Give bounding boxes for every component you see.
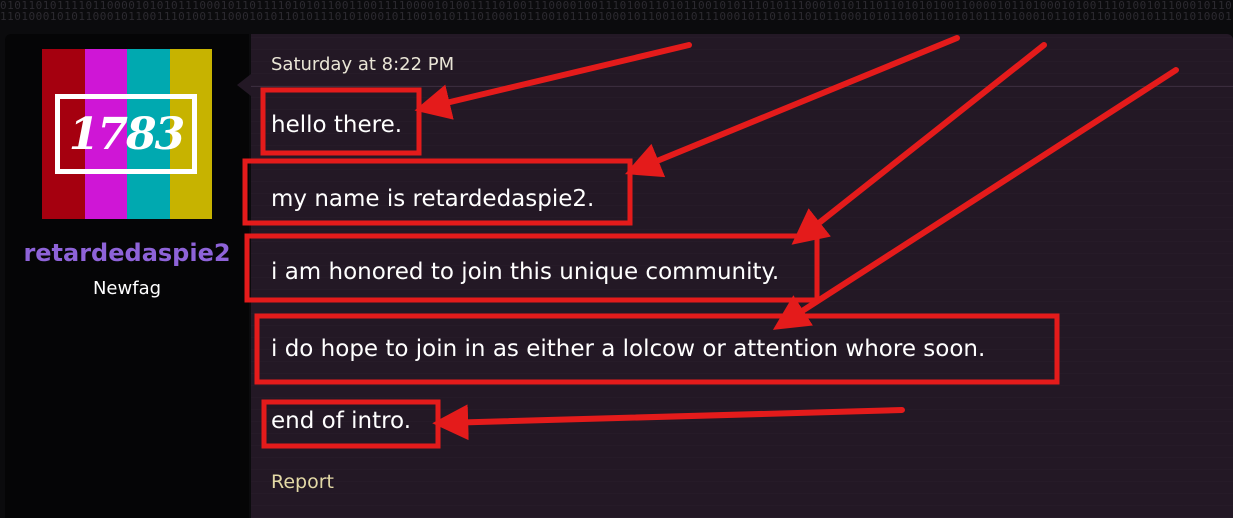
message-line: my name is retardedaspie2. xyxy=(271,186,595,212)
message-pointer xyxy=(237,74,251,96)
binary-row: 1101000101011000101100111010011100010101… xyxy=(0,10,1233,23)
avatar[interactable]: 1783 xyxy=(42,49,212,219)
user-title: Newfag xyxy=(92,278,162,299)
binary-background: 0101101011110110000101010111000101101111… xyxy=(0,0,1233,30)
avatar-badge-text: 1783 xyxy=(55,94,197,174)
message-line: i am honored to join this unique communi… xyxy=(271,259,780,285)
message-body: Saturday at 8:22 PM hello there. my name… xyxy=(251,34,1233,518)
message-line: end of intro. xyxy=(271,408,412,434)
post-date-link[interactable]: Saturday at 8:22 PM xyxy=(271,54,454,75)
report-link[interactable]: Report xyxy=(271,471,334,493)
divider xyxy=(251,86,1233,87)
message-line: i do hope to join in as either a lolcow … xyxy=(271,336,986,362)
username-link[interactable]: retardedaspie2 xyxy=(5,239,249,267)
message-line: hello there. xyxy=(271,112,403,138)
user-panel: 1783 retardedaspie2 Newfag xyxy=(5,34,249,518)
